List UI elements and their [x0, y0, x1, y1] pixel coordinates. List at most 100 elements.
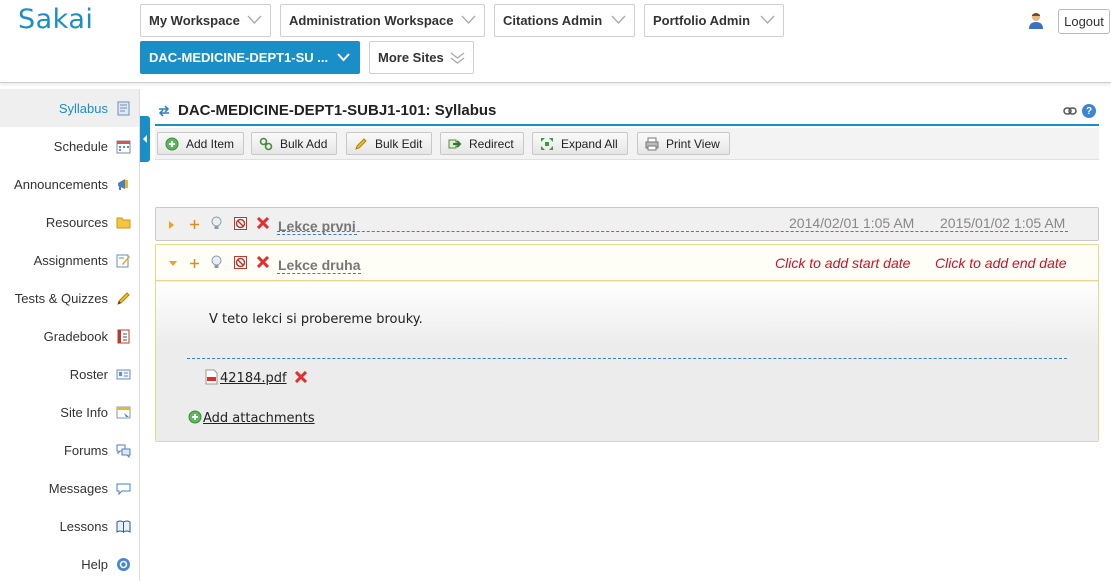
- delete-icon[interactable]: [257, 256, 269, 268]
- site-tab-label: More Sites: [378, 50, 444, 65]
- hide-from-view-icon[interactable]: [234, 217, 247, 230]
- double-chevron-down-icon: [450, 52, 465, 64]
- link-icon[interactable]: [1063, 106, 1077, 116]
- sidebar-item-label: Forums: [63, 442, 108, 458]
- user-profile-icon[interactable]: [1028, 12, 1044, 30]
- syllabus-item-header: Lekce druha Click to add start date Clic…: [156, 245, 1098, 281]
- add-item-button[interactable]: Add Item: [157, 132, 244, 155]
- sidebar-item-resources[interactable]: Resources: [0, 203, 139, 241]
- sidebar-item-label: Assignments: [33, 252, 108, 268]
- add-start-date-link[interactable]: Click to add start date: [775, 255, 910, 271]
- sidebar-item-label: Messages: [48, 480, 108, 496]
- move-handle-icon[interactable]: [190, 220, 199, 229]
- collapse-sidebar-toggle[interactable]: [140, 116, 150, 162]
- site-tab-portfolio-admin[interactable]: Portfolio Admin: [644, 4, 784, 37]
- expand-arrow-icon[interactable]: [169, 221, 174, 229]
- expand-all-label: Expand All: [561, 136, 618, 151]
- redirect-button[interactable]: Redirect: [440, 132, 524, 155]
- remove-attachment-icon[interactable]: [295, 371, 307, 383]
- syllabus-item: Lekce druha Click to add start date Clic…: [155, 244, 1099, 442]
- site-tab-label: Citations Admin: [503, 13, 603, 28]
- add-circle-icon[interactable]: [188, 410, 202, 424]
- pdf-file-icon: [205, 369, 218, 385]
- hide-from-view-icon[interactable]: [234, 256, 247, 269]
- attachment-link[interactable]: 42184.pdf: [220, 371, 287, 386]
- site-info-icon: [116, 406, 131, 418]
- chevron-down-icon: [611, 15, 626, 24]
- site-tab-my-workspace[interactable]: My Workspace: [140, 4, 271, 37]
- syllabus-icon: [117, 101, 130, 115]
- site-tab-current-site[interactable]: DAC-MEDICINE-DEPT1-SU ...: [140, 41, 360, 74]
- delete-icon[interactable]: [257, 217, 269, 229]
- tool-menu: Syllabus Schedule Announcements Resource…: [0, 89, 140, 581]
- lesson-description: V teto lekci si probereme brouky.: [209, 312, 423, 327]
- sidebar-item-syllabus[interactable]: Syllabus: [0, 89, 139, 127]
- chevron-down-icon: [461, 15, 476, 24]
- sidebar-item-tests-quizzes[interactable]: Tests & Quizzes: [0, 279, 139, 317]
- book-icon: [116, 520, 131, 533]
- help-icon[interactable]: ?: [1082, 104, 1096, 118]
- bulk-add-button[interactable]: Bulk Add: [251, 132, 337, 155]
- sidebar-item-label: Resources: [45, 214, 108, 230]
- lesson-title[interactable]: Lekce druha: [277, 257, 362, 274]
- bulk-add-label: Bulk Add: [280, 136, 328, 151]
- sidebar-item-label: Syllabus: [58, 100, 108, 116]
- bulk-edit-button[interactable]: Bulk Edit: [346, 132, 432, 155]
- syllabus-item: Lekce prvni 2014/02/01 1:05 AM 2015/01/0…: [155, 207, 1099, 241]
- redirect-label: Redirect: [469, 136, 514, 151]
- page-title: DAC-MEDICINE-DEPT1-SUBJ1-101: Syllabus: [178, 102, 497, 119]
- print-view-label: Print View: [666, 136, 720, 151]
- add-end-date-link[interactable]: Click to add end date: [935, 255, 1067, 271]
- add-item-label: Add Item: [186, 136, 235, 151]
- gradebook-icon: [117, 329, 130, 343]
- sidebar-item-lessons[interactable]: Lessons: [0, 507, 139, 545]
- site-tab-citations-admin[interactable]: Citations Admin: [494, 4, 635, 37]
- sidebar-item-label: Schedule: [53, 138, 108, 154]
- divider: [187, 358, 1067, 359]
- move-handle-icon[interactable]: [190, 259, 199, 268]
- sidebar-item-announcements[interactable]: Announcements: [0, 165, 139, 203]
- pencil-icon: [117, 291, 130, 305]
- start-date[interactable]: 2014/02/01 1:05 AM: [789, 215, 914, 231]
- printer-icon: [645, 137, 659, 150]
- sidebar-item-label: Site Info: [60, 404, 108, 420]
- chevron-down-icon: [760, 15, 775, 24]
- sidebar-item-messages[interactable]: Messages: [0, 469, 139, 507]
- sakai-logo[interactable]: Sakai: [18, 4, 93, 35]
- site-tab-label: Administration Workspace: [289, 13, 454, 28]
- sidebar-item-label: Roster: [69, 366, 108, 382]
- site-tab-administration-workspace[interactable]: Administration Workspace: [280, 4, 485, 37]
- lesson-body: V teto lekci si probereme brouky. 42184.…: [156, 282, 1098, 441]
- logout-button[interactable]: Logout: [1058, 9, 1110, 34]
- lesson-dates: 2014/02/01 1:05 AM 2015/01/02 1:05 AM: [277, 215, 1068, 232]
- add-attachments-link[interactable]: Add attachments: [203, 411, 315, 426]
- site-tab-label: My Workspace: [149, 13, 240, 28]
- expand-arrows-icon: [541, 137, 553, 150]
- site-tab-more-sites[interactable]: More Sites: [369, 41, 474, 74]
- redirect-arrow-icon: [448, 139, 462, 148]
- megaphone-icon: [118, 178, 128, 190]
- chevron-down-icon: [247, 15, 262, 24]
- collapse-arrow-icon[interactable]: [169, 261, 177, 266]
- lightbulb-icon[interactable]: [210, 216, 223, 231]
- end-date[interactable]: 2015/01/02 1:05 AM: [940, 215, 1065, 231]
- expand-all-button[interactable]: Expand All: [532, 132, 628, 155]
- add-circle-icon: [165, 137, 179, 150]
- sidebar-item-label: Lessons: [59, 518, 108, 534]
- reset-arrows-icon[interactable]: [158, 105, 170, 117]
- sidebar-item-forums[interactable]: Forums: [0, 431, 139, 469]
- syllabus-toolbar: Add Item Bulk Add Bulk Edit Redirect Exp…: [155, 128, 1099, 160]
- sidebar-item-label: Gradebook: [43, 328, 108, 344]
- message-icon: [116, 483, 131, 495]
- lightbulb-icon[interactable]: [210, 255, 223, 270]
- sidebar-item-label: Help: [81, 556, 108, 572]
- sidebar-item-roster[interactable]: Roster: [0, 355, 139, 393]
- tool-title-bar: DAC-MEDICINE-DEPT1-SUBJ1-101: Syllabus ?: [155, 98, 1099, 126]
- sidebar-item-assignments[interactable]: Assignments: [0, 241, 139, 279]
- bulk-edit-label: Bulk Edit: [375, 136, 423, 151]
- sidebar-item-gradebook[interactable]: Gradebook: [0, 317, 139, 355]
- sidebar-item-schedule[interactable]: Schedule: [0, 127, 139, 165]
- sidebar-item-site-info[interactable]: Site Info: [0, 393, 139, 431]
- sidebar-item-help[interactable]: Help: [0, 545, 139, 581]
- print-view-button[interactable]: Print View: [637, 132, 730, 155]
